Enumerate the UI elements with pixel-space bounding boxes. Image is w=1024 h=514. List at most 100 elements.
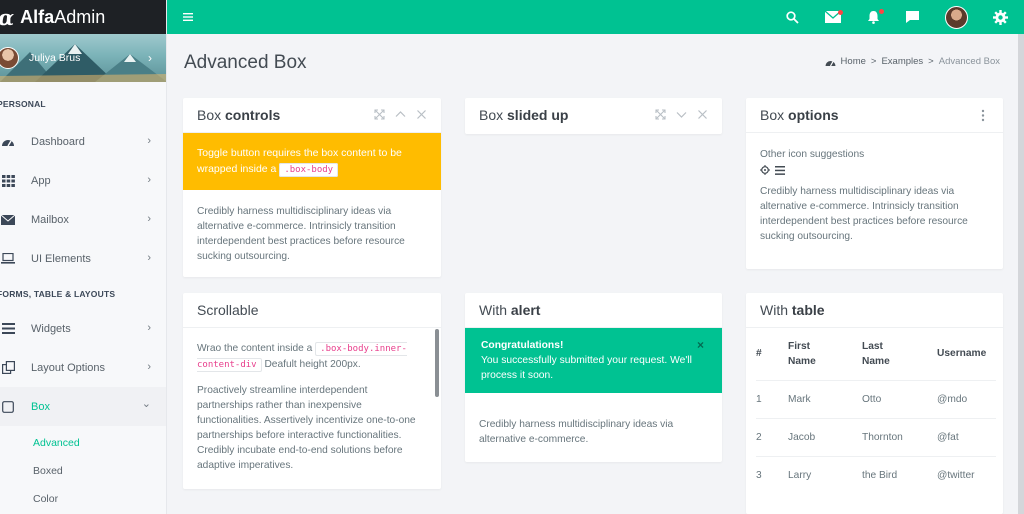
alert-title: Congratulations! [481, 340, 564, 351]
scrollbar[interactable] [435, 329, 439, 397]
column-header: Username [937, 348, 987, 360]
table-cell: @fat [937, 417, 996, 456]
chevron-down-icon[interactable] [676, 109, 687, 120]
page-title: Advanced Box [184, 52, 307, 73]
sidebar-item-layout-options[interactable]: Layout Options › [0, 348, 166, 387]
box-header: With table [746, 293, 1003, 328]
section-label-forms: FORMS, TABLE & LAYOUTS [0, 289, 116, 299]
sidebar-item-label: Dashboard [31, 135, 85, 148]
icon-suggestions [760, 165, 989, 175]
table-cell: @twitter [937, 455, 996, 494]
close-icon[interactable] [416, 109, 427, 120]
gear-icon[interactable] [991, 0, 1009, 34]
logo[interactable]: α AlfaAdmin [0, 0, 166, 34]
chevron-down-icon: ⌄ [141, 398, 151, 410]
user-name: Juliya Brus [29, 52, 81, 64]
fullscreen-icon[interactable] [655, 109, 666, 120]
sidebar-item-dashboard[interactable]: Dashboard › [0, 122, 166, 161]
chevron-right-icon: › [147, 252, 151, 264]
alert-text: You successfully submitted your request.… [481, 355, 692, 381]
chevron-right-icon: › [147, 174, 151, 186]
warning-callout: Toggle button requires the box content t… [183, 133, 441, 190]
chevron-right-icon[interactable]: › [148, 51, 152, 65]
column-header: First Name [788, 340, 816, 367]
sidebar-subitem-color[interactable]: Color [0, 485, 166, 513]
sidebar-subitem-advanced[interactable]: Advanced [0, 429, 166, 457]
table-cell: Jacob [788, 417, 862, 456]
box-slided-up: Box slided up [465, 98, 722, 134]
table-cell: 1 [756, 379, 788, 418]
chat-icon[interactable] [904, 0, 921, 34]
sidebar-item-mailbox[interactable]: Mailbox › [0, 200, 166, 239]
search-icon[interactable] [784, 0, 800, 34]
sidebar-item-ui-elements[interactable]: UI Elements › [0, 239, 166, 278]
data-table: # First Name Last Name Username 1 Mark O… [756, 328, 996, 494]
table-row: 3 Larry the Bird @twitter [756, 455, 996, 494]
sidebar-item-label: Widgets [31, 322, 71, 335]
success-alert: Congratulations! You successfully submit… [465, 328, 722, 393]
chevron-up-icon[interactable] [395, 109, 406, 120]
table-cell: Otto [862, 379, 937, 418]
box-header: Scrollable [183, 293, 441, 328]
sidebar-item-label: Box [31, 400, 50, 413]
more-vertical-icon[interactable] [981, 109, 985, 122]
table-cell: 2 [756, 417, 788, 456]
dashboard-icon [0, 134, 16, 150]
chevron-right-icon: › [147, 135, 151, 147]
box-options: Box options Other icon suggestions Credi… [746, 98, 1003, 269]
section-label-personal: PERSONAL [0, 99, 46, 109]
avatar[interactable] [944, 0, 968, 34]
dashboard-icon [825, 60, 836, 66]
sidebar-item-label: App [31, 174, 51, 187]
icon-suggestion-label: Other icon suggestions [760, 149, 865, 160]
mail-icon[interactable] [824, 0, 843, 34]
table-cell: Thornton [862, 417, 937, 456]
close-icon[interactable] [697, 109, 708, 120]
gear-icon[interactable] [760, 165, 770, 175]
sidebar-item-box[interactable]: Box ⌄ [0, 387, 166, 426]
breadcrumb-examples[interactable]: Examples [881, 56, 923, 67]
fullscreen-icon[interactable] [374, 109, 385, 120]
sidebar-item-widgets[interactable]: Widgets › [0, 309, 166, 348]
bars-icon [0, 321, 16, 337]
envelope-icon [0, 212, 16, 228]
box-body: Credibly harness multidisciplinary ideas… [197, 206, 405, 262]
bell-icon[interactable] [865, 0, 884, 34]
box-with-alert: With alert Congratulations! You successf… [465, 293, 722, 462]
box-tools [374, 109, 427, 120]
sidebar-subitem-boxed[interactable]: Boxed [0, 457, 166, 485]
breadcrumb-separator: > [928, 56, 934, 67]
bars-icon[interactable] [775, 165, 785, 175]
chevron-right-icon: › [147, 213, 151, 225]
sidebar-item-label: UI Elements [31, 252, 91, 265]
breadcrumb-home[interactable]: Home [841, 56, 866, 67]
table-cell: Mark [788, 379, 862, 418]
page-scrollbar[interactable] [1018, 34, 1024, 514]
mountain-banner [0, 44, 166, 82]
table-cell: 3 [756, 455, 788, 494]
table-cell: Larry [788, 455, 862, 494]
breadcrumb-current: Advanced Box [938, 56, 1000, 67]
sidebar-item-app[interactable]: App › [0, 161, 166, 200]
box-body: Other icon suggestions Credibly harness … [746, 133, 1003, 258]
grid-icon [0, 173, 16, 189]
inline-code: .box-body [279, 163, 339, 177]
user-panel[interactable]: Juliya Brus › [0, 34, 166, 82]
box-header: Box controls [183, 98, 441, 133]
copy-icon [0, 360, 16, 376]
table-cell: the Bird [862, 455, 937, 494]
box-tools [655, 109, 708, 120]
close-icon[interactable]: × [697, 338, 704, 353]
table-header-row: # First Name Last Name Username [756, 328, 996, 380]
topbar [167, 0, 1024, 34]
logo-mark: α [0, 7, 14, 28]
column-header: # [756, 348, 762, 360]
box-scrollable: Scrollable Wrao the content inside a .bo… [183, 293, 441, 489]
box-body-text: Proactively streamline interdependent pa… [197, 385, 416, 471]
box-controls: Box controls Toggle button requires the … [183, 98, 441, 277]
box-tools [981, 109, 985, 122]
menu-icon[interactable] [181, 0, 195, 34]
laptop-icon [0, 251, 16, 267]
chevron-right-icon: › [147, 322, 151, 334]
chevron-right-icon: › [147, 361, 151, 373]
